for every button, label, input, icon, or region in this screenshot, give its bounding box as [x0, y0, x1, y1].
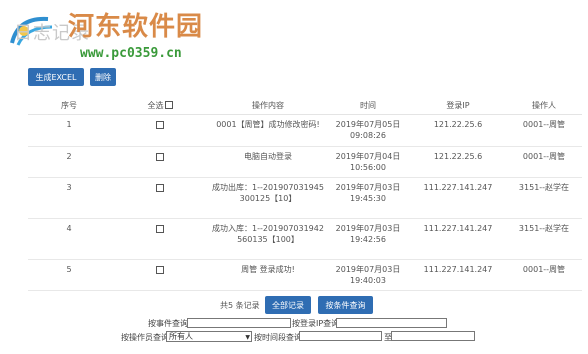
table-header-row: 序号 全选 操作内容 时间 登录IP 操作人 [28, 96, 582, 115]
row-checkbox[interactable] [156, 120, 164, 129]
row-operator: 0001--周管 [506, 259, 582, 291]
row-operator: 0001--周管 [506, 146, 582, 178]
row-time: 2019年07月05日 09:08:26 [326, 114, 410, 147]
row-content: 成功出库：1--201907031945300125【10】 [210, 177, 326, 219]
log-table: 序号 全选 操作内容 时间 登录IP 操作人 1 0001【周管】成功修改密码!… [28, 96, 582, 291]
table-row: 1 0001【周管】成功修改密码! 2019年07月05日 09:08:26 1… [28, 114, 582, 147]
row-time: 2019年07月03日 19:45:30 [326, 177, 410, 219]
col-header-ip: 登录IP [410, 96, 506, 115]
ip-search-input[interactable] [336, 318, 447, 328]
row-ip: 121.22.25.6 [410, 146, 506, 178]
row-operator: 3151--赵学在 [506, 177, 582, 219]
row-checkbox[interactable] [156, 183, 164, 192]
watermark-url: www.pc0359.cn [80, 46, 182, 61]
operator-select-value: 所有人 [169, 332, 193, 341]
row-ip: 111.227.141.247 [410, 177, 506, 219]
page-header: 日志记录 河东软件园 www.pc0359.cn [0, 0, 588, 61]
row-ip: 111.227.141.247 [410, 259, 506, 291]
row-checkbox[interactable] [156, 265, 164, 274]
chevron-down-icon: ▼ [245, 334, 250, 341]
operator-search-label: 按操作员查询 [121, 333, 169, 342]
export-excel-button[interactable]: 生成EXCEL [28, 68, 84, 86]
delete-button[interactable]: 删除 [90, 68, 116, 86]
record-count: 共5 条记录 [220, 301, 260, 310]
row-operator: 3151--赵学在 [506, 218, 582, 260]
row-checkbox[interactable] [156, 152, 164, 161]
col-header-time: 时间 [326, 96, 410, 115]
time-to-input[interactable] [391, 331, 475, 341]
row-ip: 111.227.141.247 [410, 218, 506, 260]
row-content: 成功入库：1--201907031942560135【100】 [210, 218, 326, 260]
row-number: 4 [28, 218, 110, 260]
query-by-condition-button[interactable]: 按条件查询 [318, 296, 373, 314]
row-number: 2 [28, 146, 110, 178]
row-content: 电脑自动登录 [210, 146, 326, 178]
col-header-select-all: 全选 [110, 96, 210, 115]
table-row: 3 成功出库：1--201907031945300125【10】 2019年07… [28, 177, 582, 219]
row-content: 0001【周管】成功修改密码! [210, 114, 326, 147]
row-ip: 121.22.25.6 [410, 114, 506, 147]
row-time: 2019年07月03日 19:42:56 [326, 218, 410, 260]
time-search-label: 按时间段查询 [254, 333, 302, 342]
row-number: 3 [28, 177, 110, 219]
row-number: 5 [28, 259, 110, 291]
operator-select[interactable]: 所有人 ▼ [166, 331, 252, 342]
select-all-checkbox[interactable] [164, 101, 173, 109]
row-time: 2019年07月03日 19:40:03 [326, 259, 410, 291]
all-records-button[interactable]: 全部记录 [265, 296, 311, 314]
col-header-content: 操作内容 [210, 96, 326, 115]
event-search-label: 按事件查询 [148, 319, 188, 328]
row-content: 周管 登录成功! [210, 259, 326, 291]
col-header-operator: 操作人 [506, 96, 582, 115]
ip-search-label: 按登录IP查询 [292, 319, 340, 328]
table-row: 2 电脑自动登录 2019年07月04日 10:56:00 121.22.25.… [28, 146, 582, 178]
table-row: 5 周管 登录成功! 2019年07月03日 19:40:03 111.227.… [28, 259, 582, 291]
select-all-label: 全选 [147, 100, 164, 110]
row-time: 2019年07月04日 10:56:00 [326, 146, 410, 178]
watermark-text: 河东软件园 [68, 12, 204, 42]
table-row: 4 成功入库：1--201907031942560135【100】 2019年0… [28, 218, 582, 260]
row-checkbox[interactable] [156, 224, 164, 233]
row-operator: 0001--周管 [506, 114, 582, 147]
event-search-input[interactable] [187, 318, 291, 328]
time-from-input[interactable] [299, 331, 382, 341]
col-header-no: 序号 [28, 96, 110, 115]
row-number: 1 [28, 114, 110, 147]
